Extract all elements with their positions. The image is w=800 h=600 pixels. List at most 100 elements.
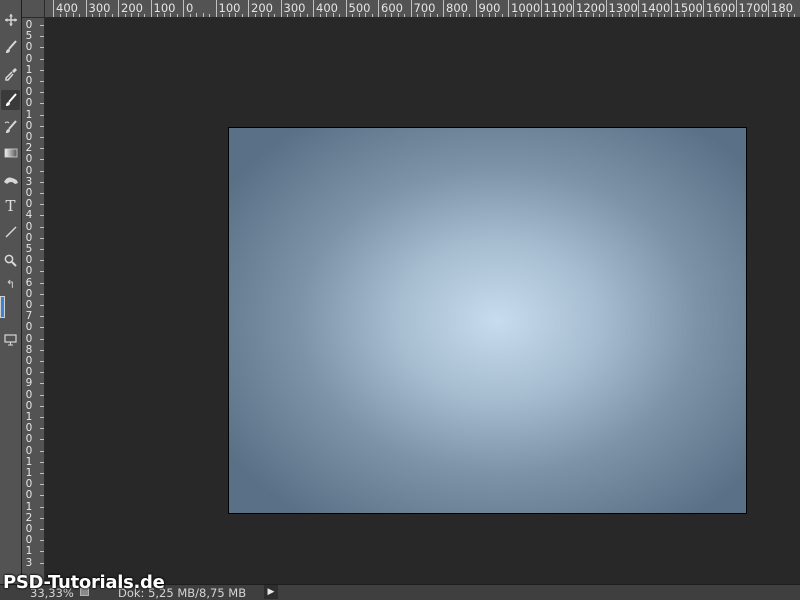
ruler-minor-tick xyxy=(40,215,44,217)
ruler-minor-tick xyxy=(300,13,301,17)
ruler-major-tick xyxy=(53,0,54,17)
watermark-logo: PSD-Tutorials.de xyxy=(3,572,165,593)
ruler-minor-tick xyxy=(40,417,44,418)
gradient-tool-icon[interactable] xyxy=(1,143,20,163)
ruler-label: 6 xyxy=(25,276,33,289)
ruler-minor-tick xyxy=(40,125,44,127)
ruler-minor-tick xyxy=(261,13,262,17)
horizontal-ruler: 400 300 200 100 0 100 200 300 400 500 600 700 800 900… xyxy=(45,0,800,18)
ruler-minor-tick xyxy=(40,103,44,105)
ruler-minor-tick xyxy=(683,13,685,17)
ruler-minor-tick xyxy=(40,428,44,430)
vertical-ruler: 0500100010020030040050060070080090010001… xyxy=(22,18,45,584)
ruler-label: 0 xyxy=(25,388,33,401)
ruler-label: 0 xyxy=(25,489,33,502)
ruler-minor-tick xyxy=(40,25,44,26)
ruler-label: 0 xyxy=(25,220,33,233)
brush-tool-active-icon[interactable] xyxy=(1,90,20,110)
ruler-label: 0 xyxy=(186,1,194,15)
ruler-minor-tick xyxy=(40,148,44,150)
ruler-minor-tick xyxy=(293,13,295,17)
eyedropper-tool-icon[interactable] xyxy=(1,64,20,84)
ruler-minor-tick xyxy=(365,13,366,17)
ruler-minor-tick xyxy=(40,495,44,497)
tools-panel: T ↰ xyxy=(0,0,22,584)
ruler-minor-tick xyxy=(40,159,44,161)
ruler-minor-tick xyxy=(521,13,522,17)
ruler-minor-tick xyxy=(397,13,399,17)
ruler-major-tick xyxy=(670,0,672,17)
ruler-minor-tick xyxy=(40,271,44,273)
ruler-label: 1400 xyxy=(641,1,671,15)
ruler-minor-tick xyxy=(40,394,44,396)
ruler-minor-tick xyxy=(527,13,529,17)
ruler-label: 0 xyxy=(25,332,33,345)
foreground-color-swatch[interactable] xyxy=(0,296,5,318)
ruler-label: 0 xyxy=(25,444,33,457)
smudge-tool-icon[interactable] xyxy=(1,170,20,190)
ruler-minor-tick xyxy=(40,517,44,519)
type-tool-icon[interactable]: T xyxy=(1,196,20,216)
ruler-minor-tick xyxy=(40,193,44,194)
ruler-label: 1600 xyxy=(706,1,736,15)
line-tool-icon[interactable] xyxy=(1,222,20,242)
ruler-label: 1000 xyxy=(511,1,541,15)
ruler-minor-tick xyxy=(40,249,44,250)
ruler-minor-tick xyxy=(488,13,490,17)
ruler-major-tick xyxy=(735,0,737,17)
ruler-label: 0 xyxy=(25,433,33,446)
ruler-major-tick xyxy=(215,0,217,17)
ruler-minor-tick xyxy=(72,13,74,17)
ruler-major-tick xyxy=(248,0,249,17)
ruler-minor-tick xyxy=(618,13,620,17)
ruler-minor-tick xyxy=(456,13,457,17)
ruler-label: 0 xyxy=(25,97,33,110)
ruler-label: 0 xyxy=(25,153,33,166)
ruler-minor-tick xyxy=(495,13,496,17)
ruler-minor-tick xyxy=(690,13,691,17)
ruler-minor-tick xyxy=(657,13,659,17)
brush-tool-icon[interactable] xyxy=(1,37,20,57)
ruler-minor-tick xyxy=(40,69,44,71)
ruler-minor-tick xyxy=(40,372,44,374)
document-canvas[interactable] xyxy=(228,127,747,514)
ruler-minor-tick xyxy=(40,349,44,351)
ruler-minor-tick xyxy=(586,13,587,17)
ruler-minor-tick xyxy=(40,282,44,284)
ruler-label: 1 xyxy=(25,545,33,558)
ruler-major-tick xyxy=(150,0,152,17)
ruler-label: 1 xyxy=(25,108,33,121)
ruler-minor-tick xyxy=(267,13,269,17)
ruler-minor-tick xyxy=(40,81,44,82)
ruler-origin-corner[interactable] xyxy=(22,0,45,18)
workspace xyxy=(45,18,800,584)
ruler-minor-tick xyxy=(748,13,750,17)
ruler-minor-tick xyxy=(40,260,44,262)
ruler-label: 9 xyxy=(25,377,33,390)
ruler-label: 1300 xyxy=(608,1,638,15)
ruler-major-tick xyxy=(703,0,704,17)
screen-mode-icon[interactable] xyxy=(1,330,20,350)
zoom-tool-icon[interactable] xyxy=(1,250,20,270)
swap-colors-icon[interactable]: ↰ xyxy=(1,274,20,294)
ruler-minor-tick xyxy=(40,170,44,172)
ruler-minor-tick xyxy=(40,114,44,116)
history-brush-tool-icon[interactable] xyxy=(1,117,20,137)
ruler-minor-tick xyxy=(560,13,561,17)
ruler-label: 0 xyxy=(25,321,33,334)
ruler-label: 0 xyxy=(25,164,33,177)
ruler-minor-tick xyxy=(722,13,724,17)
ruler-minor-tick xyxy=(40,226,44,228)
ruler-minor-tick xyxy=(40,540,44,542)
ruler-minor-tick xyxy=(651,13,652,17)
ruler-minor-tick xyxy=(40,47,44,49)
ruler-major-tick xyxy=(85,0,87,17)
ruler-major-tick xyxy=(410,0,412,17)
ruler-minor-tick xyxy=(163,13,165,17)
ruler-minor-tick xyxy=(40,237,44,239)
status-menu-arrow-icon[interactable]: ▶ xyxy=(264,585,278,599)
move-tool-icon[interactable] xyxy=(1,10,20,30)
ruler-label: 3 xyxy=(25,556,33,569)
ruler-minor-tick xyxy=(40,204,44,206)
ruler-minor-tick xyxy=(40,439,44,441)
